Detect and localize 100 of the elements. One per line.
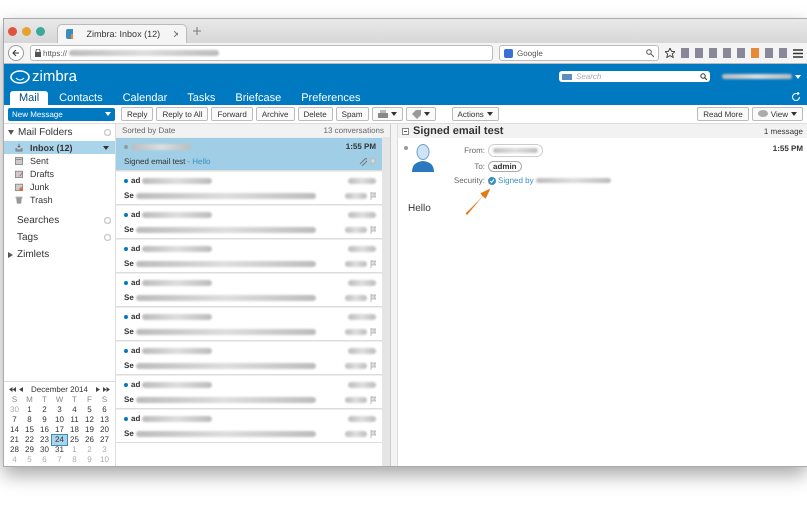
calendar-day[interactable]: 9 [37,415,52,425]
mail-icon[interactable] [562,74,572,80]
calendar-day[interactable]: 14 [7,425,22,435]
flag-icon[interactable] [370,192,376,200]
nav-tab[interactable]: Briefcase [226,91,290,105]
expanded-icon[interactable] [8,130,14,136]
search-field[interactable]: Google [499,45,659,61]
calendar-day[interactable]: 28 [7,445,22,455]
previous-month-icon[interactable] [19,387,23,392]
nav-tab[interactable]: Tasks [178,91,224,105]
next-year-icon[interactable] [102,387,110,392]
calendar-day[interactable]: 10 [52,415,67,425]
calendar-day[interactable]: 2 [37,405,52,415]
collapsed-icon[interactable] [8,252,13,258]
menu-icon[interactable] [793,48,803,58]
section-heading[interactable]: Mail Folders [18,127,100,138]
message-row[interactable]: 1:55 PM Signed email test - Hello [116,137,382,171]
section-heading[interactable]: Zimlets [17,249,111,260]
flag-icon[interactable] [370,226,376,234]
calendar-day[interactable]: 27 [97,435,112,445]
message-row[interactable]: ad Se [116,171,382,205]
nav-tab[interactable]: Mail [10,91,48,105]
calendar-day[interactable]: 29 [22,445,37,455]
calendar-day[interactable]: 19 [82,425,97,435]
nav-tab[interactable]: Calendar [114,91,176,105]
message-row[interactable]: ad Se [116,341,382,375]
calendar-day[interactable]: 8 [22,415,37,425]
back-button[interactable] [8,45,24,61]
folder-item[interactable]: Sent [4,154,115,167]
message-row[interactable]: ad Se [116,239,382,273]
recipient-chip[interactable]: admin [488,161,522,172]
extension-icons[interactable] [681,48,787,58]
toolbar-button[interactable]: Reply [121,107,154,121]
field-label: From: [463,146,486,155]
calendar-day[interactable]: 18 [67,425,82,435]
nav-tab[interactable]: Preferences [292,91,370,105]
calendar-day[interactable]: 6 [97,405,112,415]
folder-item[interactable]: Drafts [4,167,115,180]
actions-button[interactable]: Actions [452,107,499,121]
sort-label[interactable]: Sorted by Date [122,126,176,135]
toolbar-button[interactable]: Archive [256,107,295,121]
message-row[interactable]: ad Se [116,409,382,443]
calendar-day[interactable]: 21 [7,435,22,445]
calendar-day[interactable]: 3 [52,405,67,415]
calendar-day[interactable]: 31 [52,445,67,455]
toolbar-button[interactable]: Forward [211,107,253,121]
toolbar-button[interactable]: Delete [298,107,333,121]
flag-icon[interactable] [370,260,376,268]
calendar-day[interactable]: 26 [82,435,97,445]
flag-icon[interactable] [370,294,376,302]
print-button[interactable] [372,107,403,121]
folder-item[interactable]: Junk [4,180,115,193]
calendar-day[interactable]: 1 [22,405,37,415]
calendar-day[interactable]: 25 [67,435,82,445]
toolbar-button[interactable]: Reply to All [156,107,208,121]
folder-item[interactable]: Inbox (12) [4,141,115,154]
refresh-icon[interactable] [791,92,801,102]
calendar-day[interactable]: 13 [97,415,112,425]
view-button[interactable]: View [752,107,803,121]
user-menu[interactable] [722,74,801,79]
calendar-day[interactable]: 17 [52,425,67,435]
message-row[interactable]: ad Se [116,205,382,239]
section-heading[interactable]: Tags [17,232,100,243]
calendar-day[interactable]: 24 [52,435,67,445]
read-more-button[interactable]: Read More [697,107,749,121]
flag-icon[interactable] [370,430,376,438]
new-tab-icon[interactable] [193,27,201,35]
message-row[interactable]: ad Se [116,307,382,341]
toolbar-button[interactable]: Spam [336,107,369,121]
calendar-day[interactable]: 16 [37,425,52,435]
address-bar[interactable]: https:// [30,45,493,61]
message-row[interactable]: ad Se [116,273,382,307]
calendar-day[interactable]: 15 [22,425,37,435]
calendar-day[interactable]: 22 [22,435,37,445]
previous-year-icon[interactable] [9,387,16,392]
close-icon[interactable] [174,31,178,37]
calendar-day[interactable]: 5 [82,405,97,415]
tag-button[interactable] [406,107,436,121]
browser-tab[interactable]: Zimbra: Inbox (12) [57,24,187,43]
flag-icon[interactable] [370,362,376,370]
nav-tab[interactable]: Contacts [50,91,112,105]
new-message-button[interactable]: New Message [8,108,115,120]
calendar-day[interactable]: 12 [82,415,97,425]
message-row[interactable]: ad Se [116,375,382,409]
collapse-icon[interactable] [402,128,409,134]
next-month-icon[interactable] [96,387,100,392]
section-heading[interactable]: Searches [17,215,100,226]
calendar-day[interactable]: 30 [37,445,52,455]
sender-chip[interactable] [488,144,543,157]
calendar-day[interactable]: 4 [67,405,82,415]
calendar-day[interactable]: 20 [97,425,112,435]
calendar-day[interactable]: 11 [67,415,82,425]
signature-status[interactable]: Signed by [498,176,534,185]
star-icon[interactable] [665,48,675,58]
window-controls[interactable] [8,26,45,36]
calendar-day[interactable]: 23 [37,435,52,445]
flag-icon[interactable] [370,328,376,336]
flag-icon[interactable] [370,396,376,404]
calendar-day[interactable]: 7 [7,415,22,425]
folder-item[interactable]: Trash [4,193,115,206]
